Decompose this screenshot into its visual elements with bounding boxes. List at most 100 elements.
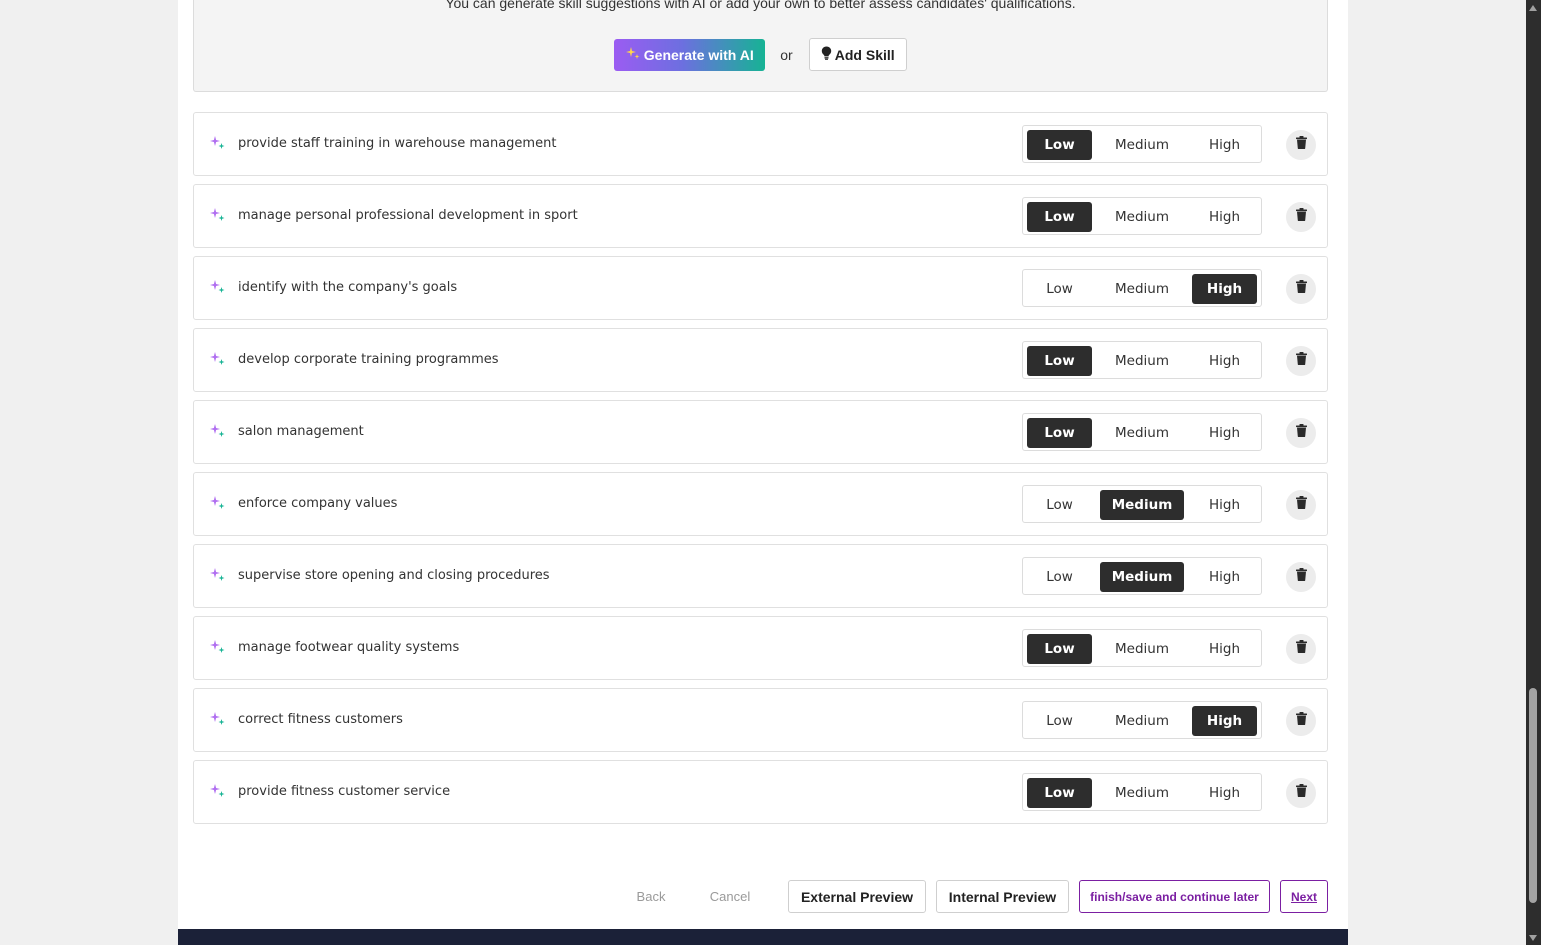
skill-row: supervise store opening and closing proc… <box>193 544 1328 608</box>
sparkle-icon <box>625 46 640 63</box>
level-low-button[interactable]: Low <box>1027 706 1092 736</box>
delete-skill-button[interactable] <box>1286 490 1316 520</box>
importance-level-selector: Low Medium High <box>1022 485 1262 523</box>
skill-row: identify with the company's goals Low Medi… <box>193 256 1328 320</box>
delete-skill-button[interactable] <box>1286 706 1316 736</box>
level-medium-button[interactable]: Medium <box>1100 634 1184 664</box>
skills-intro-box: You can generate skill suggestions with … <box>193 0 1328 92</box>
trash-icon <box>1295 424 1307 442</box>
ai-sparkle-icon <box>210 711 226 727</box>
importance-level-selector: Low Medium High <box>1022 701 1262 739</box>
level-high-button[interactable]: High <box>1192 634 1257 664</box>
ai-sparkle-icon <box>210 207 226 223</box>
intro-actions: Generate with AI or Add Skill <box>194 38 1327 71</box>
importance-level-selector: Low Medium High <box>1022 413 1262 451</box>
level-low-button[interactable]: Low <box>1027 490 1092 520</box>
skill-name: identify with the company's goals <box>238 280 458 295</box>
importance-level-selector: Low Medium High <box>1022 197 1262 235</box>
finish-save-continue-later-button[interactable]: finish/save and continue later <box>1079 880 1270 913</box>
level-medium-button[interactable]: Medium <box>1100 346 1184 376</box>
intro-text: You can generate skill suggestions with … <box>445 0 1076 11</box>
level-low-button[interactable]: Low <box>1027 778 1092 808</box>
skill-name: manage personal professional development… <box>238 208 578 223</box>
level-medium-button[interactable]: Medium <box>1100 418 1184 448</box>
delete-skill-button[interactable] <box>1286 562 1316 592</box>
skill-name: provide fitness customer service <box>238 784 451 799</box>
delete-skill-button[interactable] <box>1286 346 1316 376</box>
skill-name: develop corporate training programmes <box>238 352 499 367</box>
importance-level-selector: Low Medium High <box>1022 773 1262 811</box>
level-medium-button[interactable]: Medium <box>1100 274 1184 304</box>
scrollbar-thumb[interactable] <box>1529 688 1537 903</box>
add-skill-button[interactable]: Add Skill <box>808 38 907 71</box>
footer-actions: Back Cancel External Preview Internal Pr… <box>178 880 1348 913</box>
level-low-button[interactable]: Low <box>1027 274 1092 304</box>
level-medium-button[interactable]: Medium <box>1100 202 1184 232</box>
level-medium-button[interactable]: Medium <box>1100 778 1184 808</box>
level-high-button[interactable]: High <box>1192 130 1257 160</box>
skill-row: enforce company values Low Medium High <box>193 472 1328 536</box>
trash-icon <box>1295 640 1307 658</box>
skill-row: salon management Low Medium High <box>193 400 1328 464</box>
level-low-button[interactable]: Low <box>1027 202 1092 232</box>
delete-skill-button[interactable] <box>1286 418 1316 448</box>
level-high-button[interactable]: High <box>1192 778 1257 808</box>
importance-level-selector: Low Medium High <box>1022 341 1262 379</box>
cancel-button[interactable]: Cancel <box>702 880 758 913</box>
level-low-button[interactable]: Low <box>1027 634 1092 664</box>
skill-row: manage personal professional development… <box>193 184 1328 248</box>
level-high-button[interactable]: High <box>1192 706 1257 736</box>
skill-row: develop corporate training programmes Low… <box>193 328 1328 392</box>
back-button[interactable]: Back <box>625 880 677 913</box>
scroll-up-arrow-icon[interactable] <box>1529 5 1537 11</box>
level-high-button[interactable]: High <box>1192 418 1257 448</box>
vertical-scrollbar[interactable] <box>1526 0 1541 945</box>
generate-with-ai-label: Generate with AI <box>643 46 754 63</box>
level-low-button[interactable]: Low <box>1027 130 1092 160</box>
level-low-button[interactable]: Low <box>1027 418 1092 448</box>
level-high-button[interactable]: High <box>1192 490 1257 520</box>
scroll-down-arrow-icon[interactable] <box>1529 935 1537 941</box>
next-button[interactable]: Next <box>1280 880 1328 913</box>
skill-row: correct fitness customers Low Medium High <box>193 688 1328 752</box>
or-separator: or <box>780 46 793 63</box>
skill-name: supervise store opening and closing proc… <box>238 568 550 583</box>
trash-icon <box>1295 280 1307 298</box>
level-medium-button[interactable]: Medium <box>1100 706 1184 736</box>
delete-skill-button[interactable] <box>1286 274 1316 304</box>
importance-level-selector: Low Medium High <box>1022 629 1262 667</box>
delete-skill-button[interactable] <box>1286 634 1316 664</box>
delete-skill-button[interactable] <box>1286 778 1316 808</box>
importance-level-selector: Low Medium High <box>1022 269 1262 307</box>
level-medium-button[interactable]: Medium <box>1100 130 1184 160</box>
level-high-button[interactable]: High <box>1192 274 1257 304</box>
delete-skill-button[interactable] <box>1286 202 1316 232</box>
external-preview-button[interactable]: External Preview <box>788 880 926 913</box>
level-low-button[interactable]: Low <box>1027 346 1092 376</box>
level-medium-button[interactable]: Medium <box>1100 490 1184 520</box>
level-high-button[interactable]: High <box>1192 562 1257 592</box>
skill-row: manage footwear quality systems Low Medium… <box>193 616 1328 680</box>
skill-name: correct fitness customers <box>238 712 403 727</box>
page-footer-bar <box>178 929 1348 945</box>
trash-icon <box>1295 496 1307 514</box>
level-medium-button[interactable]: Medium <box>1100 562 1184 592</box>
generate-with-ai-button[interactable]: Generate with AI <box>614 38 766 71</box>
importance-level-selector: Low Medium High <box>1022 557 1262 595</box>
ai-sparkle-icon <box>210 783 226 799</box>
delete-skill-button[interactable] <box>1286 130 1316 160</box>
level-high-button[interactable]: High <box>1192 346 1257 376</box>
skill-row: provide fitness customer service Low Mediu… <box>193 760 1328 824</box>
skill-name: manage footwear quality systems <box>238 640 460 655</box>
skill-name: provide staff training in warehouse mana… <box>238 136 557 151</box>
importance-level-selector: Low Medium High <box>1022 125 1262 163</box>
level-high-button[interactable]: High <box>1192 202 1257 232</box>
level-low-button[interactable]: Low <box>1027 562 1092 592</box>
internal-preview-button[interactable]: Internal Preview <box>936 880 1069 913</box>
ai-sparkle-icon <box>210 567 226 583</box>
ai-sparkle-icon <box>210 495 226 511</box>
page: You can generate skill suggestions with … <box>178 0 1348 945</box>
skill-name: salon management <box>238 424 364 439</box>
skill-row: provide staff training in warehouse mana… <box>193 112 1328 176</box>
trash-icon <box>1295 352 1307 370</box>
